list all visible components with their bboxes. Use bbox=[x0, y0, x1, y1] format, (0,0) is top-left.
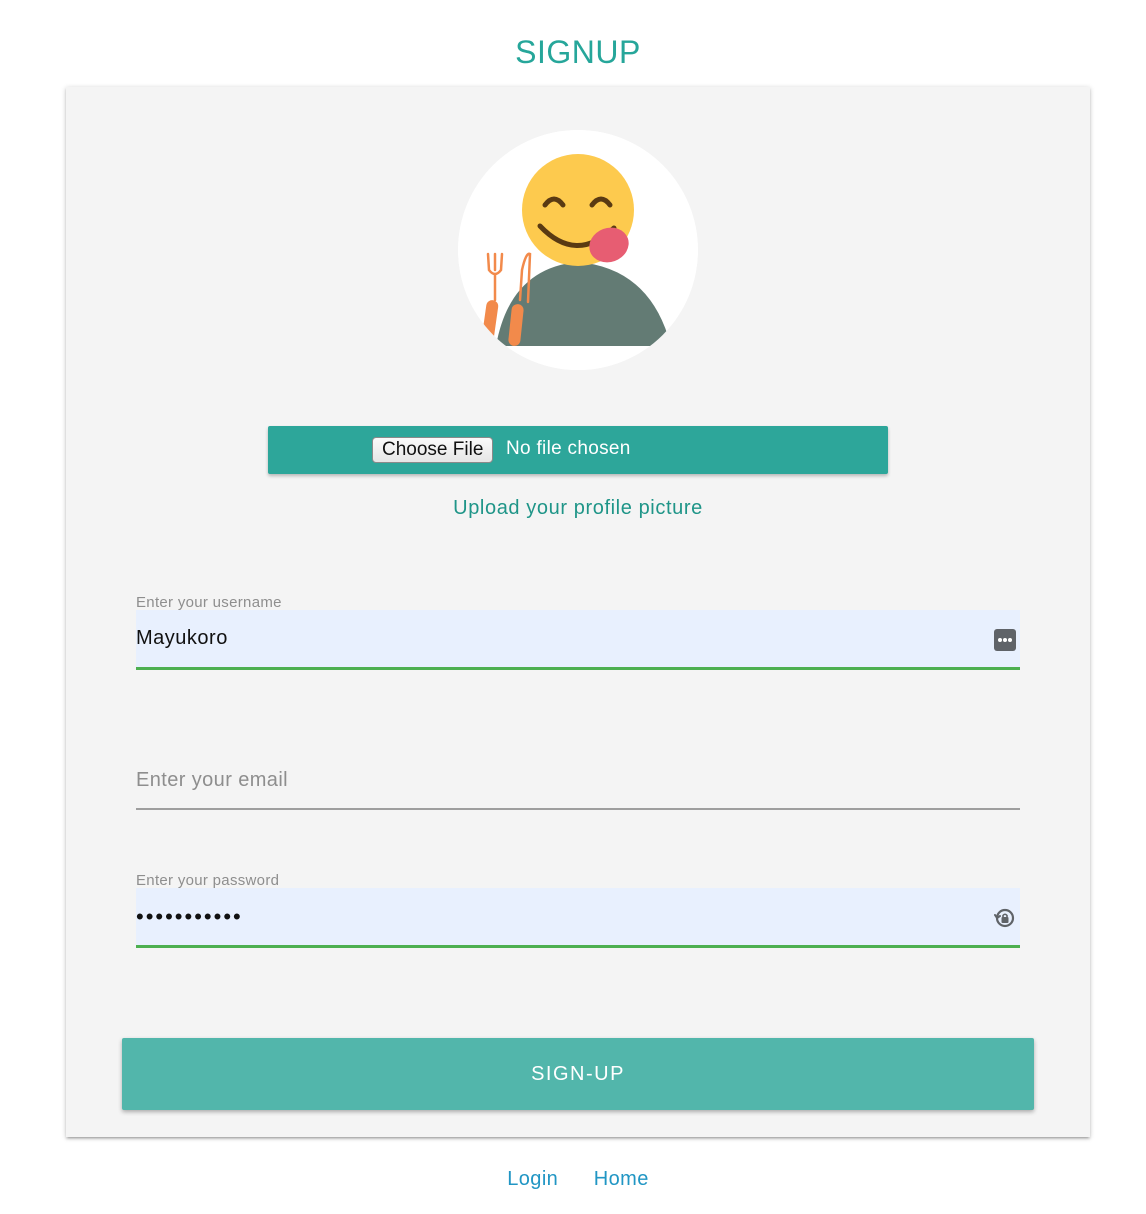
password-manager-icon[interactable] bbox=[994, 629, 1016, 651]
file-status-text: No file chosen bbox=[506, 438, 631, 459]
choose-file-button[interactable]: Choose File bbox=[372, 437, 494, 463]
email-input[interactable] bbox=[136, 760, 1020, 800]
emoji-tongue-avatar-icon bbox=[458, 130, 698, 370]
home-link[interactable]: Home bbox=[594, 1168, 649, 1190]
password-input[interactable]: ••••••••••• bbox=[136, 888, 976, 945]
password-field: Enter your password ••••••••••• bbox=[136, 872, 1020, 962]
footer-links: Login Home bbox=[0, 1168, 1146, 1191]
file-upload-bar: Choose File No file chosen bbox=[268, 426, 888, 474]
page-title: SIGNUP bbox=[515, 34, 641, 70]
email-field bbox=[136, 760, 1020, 815]
signup-button[interactable]: SIGN-UP bbox=[122, 1038, 1034, 1110]
password-generator-icon[interactable] bbox=[994, 907, 1016, 929]
username-field: Enter your username bbox=[136, 594, 1020, 684]
login-link[interactable]: Login bbox=[507, 1168, 558, 1190]
avatar bbox=[458, 130, 698, 370]
username-input[interactable] bbox=[136, 610, 976, 667]
email-underline bbox=[136, 808, 1020, 810]
username-label: Enter your username bbox=[136, 594, 282, 611]
username-input-box bbox=[136, 610, 1020, 670]
password-label: Enter your password bbox=[136, 872, 280, 889]
signup-card: Choose File No file chosen Upload your p… bbox=[66, 87, 1090, 1137]
password-input-box: ••••••••••• bbox=[136, 888, 1020, 948]
upload-caption: Upload your profile picture bbox=[453, 497, 703, 519]
